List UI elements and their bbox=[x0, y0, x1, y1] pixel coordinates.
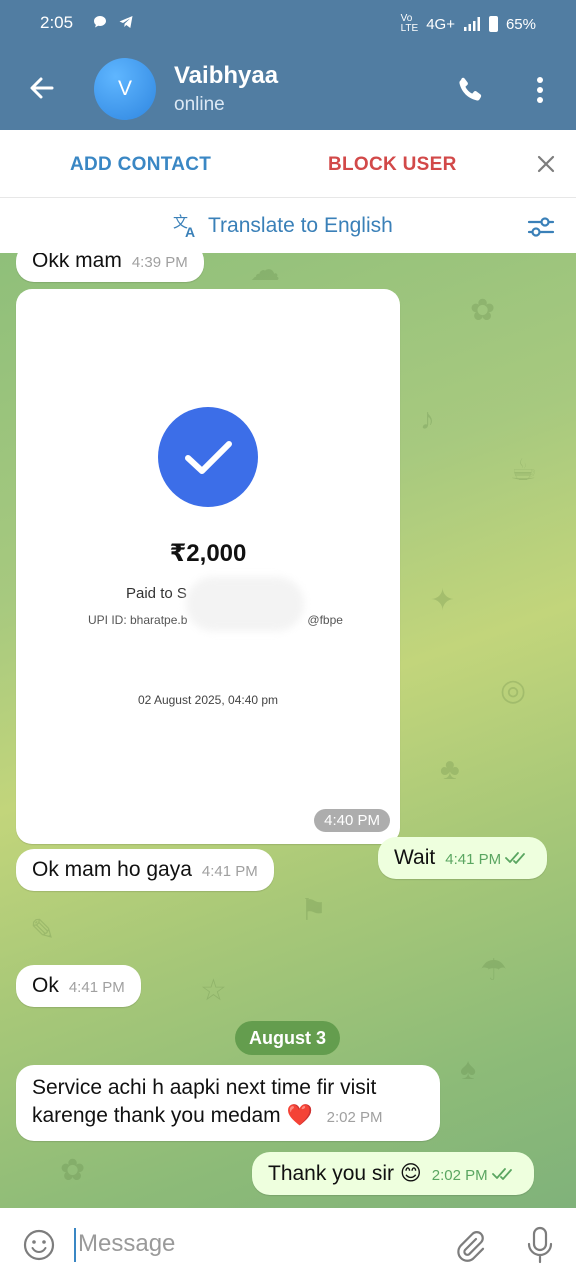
more-vert-icon[interactable] bbox=[526, 72, 554, 108]
payment-date: 02 August 2025, 04:40 pm bbox=[137, 693, 279, 707]
signal-icon bbox=[463, 17, 480, 31]
message-time: 4:41 PM bbox=[445, 851, 502, 868]
message-text: Thank you sir 😊 bbox=[268, 1162, 422, 1185]
translate-icon: 文 A bbox=[173, 214, 195, 240]
chat-area[interactable]: ☁ ✿ ♪ ☕ ✦ ◎ ♣ ✎ ⚑ ☂ ☆ ♠ ✿ Okk mam 4:39 PM… bbox=[0, 253, 576, 1208]
message-text: Wait bbox=[394, 846, 436, 869]
chat-header: V Vaibhyaa online bbox=[0, 48, 576, 130]
arrow-left-icon[interactable] bbox=[24, 70, 60, 106]
telegram-icon bbox=[119, 16, 133, 28]
payment-screenshot-message[interactable]: ₹2,000 Paid to S UPI ID: bharatpe.b @fbpe… bbox=[16, 289, 400, 844]
volte-icon: Vo LTE bbox=[400, 13, 419, 34]
check-icon bbox=[185, 441, 232, 474]
message-input[interactable] bbox=[78, 1224, 418, 1264]
read-ticks-icon bbox=[505, 852, 526, 864]
doodle-pattern: ☆ bbox=[200, 974, 227, 1007]
paperclip-icon[interactable] bbox=[452, 1228, 488, 1264]
emoji-icon[interactable] bbox=[22, 1228, 56, 1262]
doodle-pattern: ♪ bbox=[420, 403, 435, 436]
doodle-pattern: ♣ bbox=[440, 753, 460, 786]
chat-notification-icon bbox=[94, 16, 106, 28]
svg-text:A: A bbox=[185, 224, 195, 240]
message-input-bar bbox=[0, 1208, 576, 1280]
doodle-pattern: ✦ bbox=[430, 584, 456, 617]
add-contact-button[interactable]: ADD CONTACT bbox=[70, 154, 211, 176]
microphone-icon[interactable] bbox=[526, 1226, 554, 1264]
message-time: 4:41 PM bbox=[201, 863, 258, 880]
message-bubble-incoming[interactable]: Service achi h aapki next time fir visit… bbox=[16, 1065, 440, 1141]
status-time: 2:05 bbox=[40, 13, 74, 32]
paid-to-label: Paid to S bbox=[126, 585, 187, 602]
upi-id-suffix: @fbpe bbox=[307, 613, 343, 627]
payment-amount: ₹2,000 bbox=[169, 540, 247, 567]
read-ticks-icon bbox=[491, 1168, 512, 1180]
block-user-button[interactable]: BLOCK USER bbox=[328, 154, 457, 176]
phone-icon[interactable] bbox=[452, 72, 488, 108]
status-bar: 2:05 Vo LTE 4G+ 65% bbox=[0, 0, 576, 48]
doodle-pattern: ◎ bbox=[500, 674, 527, 707]
translate-settings-icon[interactable] bbox=[526, 213, 556, 241]
upi-id-prefix: UPI ID: bharatpe.b bbox=[88, 613, 188, 627]
contact-name[interactable]: Vaibhyaa bbox=[174, 62, 278, 90]
message-bubble-outgoing[interactable]: Wait 4:41 PM bbox=[378, 837, 548, 879]
close-icon[interactable] bbox=[534, 152, 558, 176]
status-right: Vo LTE 4G+ 65% bbox=[401, 14, 536, 34]
avatar[interactable]: V bbox=[94, 58, 156, 120]
redaction-blur bbox=[186, 577, 304, 631]
avatar-letter: V bbox=[117, 77, 132, 100]
message-text: Service achi h aapki next time fir visit bbox=[32, 1076, 377, 1099]
action-bar: ADD CONTACT BLOCK USER bbox=[0, 130, 576, 198]
network-type: 4G+ bbox=[426, 15, 455, 33]
doodle-pattern: ☂ bbox=[480, 954, 507, 987]
message-time: 2:02 PM bbox=[326, 1109, 383, 1126]
doodle-pattern: ✿ bbox=[470, 294, 496, 327]
date-divider: August 3 bbox=[235, 1021, 341, 1055]
message-time: 2:02 PM bbox=[431, 1167, 488, 1184]
message-text-line2: karenge thank you medam ❤️ bbox=[32, 1104, 313, 1127]
doodle-pattern: ☕ bbox=[510, 454, 537, 487]
battery-icon bbox=[488, 16, 498, 32]
message-bubble-incoming[interactable]: Ok 4:41 PM bbox=[16, 965, 141, 1007]
message-time: 4:39 PM bbox=[131, 254, 188, 271]
message-bubble-incoming[interactable]: Ok mam ho gaya 4:41 PM bbox=[16, 849, 274, 891]
doodle-pattern: ♠ bbox=[460, 1053, 476, 1086]
message-time: 4:40 PM bbox=[314, 809, 390, 832]
check-circle-icon bbox=[158, 407, 258, 507]
notification-icons bbox=[92, 14, 134, 32]
message-time: 4:41 PM bbox=[68, 979, 125, 996]
message-text: Ok bbox=[32, 974, 59, 997]
message-text: Okk mam bbox=[32, 253, 122, 272]
message-text: Ok mam ho gaya bbox=[32, 858, 192, 881]
contact-status: online bbox=[174, 94, 225, 115]
doodle-pattern: ✿ bbox=[60, 1154, 86, 1187]
battery-percent: 65% bbox=[505, 15, 536, 33]
doodle-pattern: ⚑ bbox=[300, 894, 327, 927]
doodle-pattern: ☁ bbox=[250, 254, 280, 287]
translate-button[interactable]: 文 A Translate to English bbox=[172, 212, 393, 240]
text-cursor bbox=[74, 1228, 76, 1262]
translate-label: Translate to English bbox=[208, 214, 393, 237]
doodle-pattern: ✎ bbox=[30, 914, 56, 947]
message-bubble-incoming[interactable]: Okk mam 4:39 PM bbox=[16, 253, 204, 282]
message-bubble-outgoing[interactable]: Thank you sir 😊 2:02 PM bbox=[252, 1152, 534, 1195]
translate-bar: 文 A Translate to English bbox=[0, 199, 576, 253]
